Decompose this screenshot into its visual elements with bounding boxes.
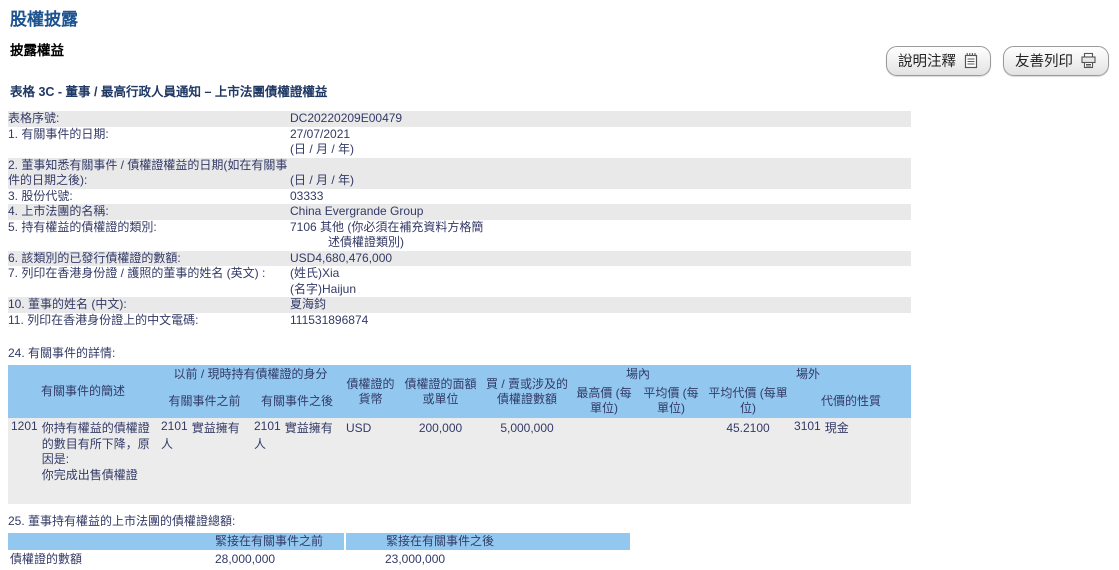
col-header-description: 有關事件的簡述 — [8, 365, 158, 418]
field-label: 4. 上市法團的名稱: — [8, 204, 109, 218]
cell-currency: USD — [343, 418, 399, 504]
event-code: 1201 — [11, 419, 38, 433]
field-value: (姓氏)Xia — [290, 266, 340, 280]
field-value: 7106 其他 (你必須在補充資料方格簡 — [290, 219, 484, 234]
field-label: 10. 董事的姓名 (中文): — [8, 297, 127, 311]
field-label: 6. 該類別的已發行債權證的數額: — [8, 250, 181, 265]
totals-section-title: 25. 董事持有權益的上市法團的債權證總額: — [8, 514, 236, 528]
field-row-corp-name: 4. 上市法團的名稱: China Evergrande Group — [8, 204, 911, 220]
totals-after-value: 23,000,000 — [385, 552, 446, 566]
field-label: 3. 股份代號: — [8, 188, 73, 203]
capacity-before-code: 2101 — [161, 419, 188, 433]
field-label: 7. 列印在香港身份證 / 護照的董事的姓名 (英文) : — [8, 266, 266, 280]
col-header-off-exchange: 場外 — [705, 365, 912, 384]
cell-capacity-before: 2101 實益擁有人 — [158, 418, 251, 504]
col-header-currency: 債權證的貨幣 — [343, 365, 399, 418]
field-label: 2. 董事知悉有關事件 / 債權證權益的日期(如在有關事件的日期之後): — [8, 157, 288, 188]
field-value: (日 / 月 / 年) — [290, 173, 354, 187]
col-header-nature: 代價的性質 — [791, 384, 912, 418]
cell-description: 1201 你持有權益的債權證的數目有所下降，原因是: 你完成出售債權證 — [8, 418, 158, 504]
totals-header-after: 緊接在有關事件之後 — [345, 533, 630, 550]
print-button[interactable]: 友善列印 — [1003, 46, 1109, 76]
field-value: (名字)Haijun — [290, 281, 357, 296]
page-title: 股權披露 — [10, 10, 78, 29]
field-label: 1. 有關事件的日期: — [8, 126, 109, 141]
col-header-amount: 買 / 賣或涉及的債權證數額 — [483, 365, 572, 418]
event-details-table: 有關事件的簡述 以前 / 現時持有債權證的身分 債權證的貨幣 債權證的面額或單位… — [8, 365, 912, 504]
field-row-issued-amount: 6. 該類別的已發行債權證的數額: USD4,680,476,000 — [8, 250, 911, 266]
cell-amount: 5,000,000 — [483, 418, 572, 504]
col-header-denomination: 債權證的面額或單位 — [398, 365, 484, 418]
field-value: 111531896874 — [290, 312, 369, 327]
field-value: 述債權證類別) — [328, 235, 404, 249]
field-row-name-chinese: 10. 董事的姓名 (中文): 夏海鈞 — [8, 297, 911, 313]
event-details-row: 1201 你持有權益的債權證的數目有所下降，原因是: 你完成出售債權證 2101… — [8, 418, 912, 504]
field-row-stock-code: 3. 股份代號: 03333 — [8, 189, 911, 205]
field-value: China Evergrande Group — [290, 204, 424, 218]
field-value: USD4,680,476,000 — [290, 250, 393, 265]
event-description-line: 你持有權益的債權證的數目有所下降，原因是: — [41, 421, 150, 466]
col-header-after: 有關事件之後 — [251, 384, 344, 418]
cell-denomination: 200,000 — [398, 418, 484, 504]
toolbar: 說明注釋 友善列印 — [886, 46, 1109, 76]
col-header-capacity-group: 以前 / 現時持有債權證的身分 — [158, 365, 344, 384]
print-button-label: 友善列印 — [1015, 54, 1073, 70]
notes-button[interactable]: 說明注釋 — [886, 46, 991, 76]
col-header-highest-price: 最高價 (每單位) — [571, 384, 638, 418]
totals-row-label: 債權證的數額 — [10, 552, 83, 566]
nature-code: 3101 — [794, 419, 821, 433]
disclosure-page: 股權披露 披露權益 說明注釋 友善列印 表格 3C - 董事 / 最高行政人員通… — [0, 0, 1119, 566]
col-header-avg-price: 平均價 (每單位) — [637, 384, 706, 418]
field-label: 5. 持有權益的債權證的類別: — [8, 219, 157, 234]
field-value: 03333 — [290, 188, 324, 203]
form-fields: 表格序號: DC20220209E00479 1. 有關事件的日期: 27/07… — [8, 111, 911, 328]
col-header-before: 有關事件之前 — [158, 384, 251, 418]
totals-table: 緊接在有關事件之前 緊接在有關事件之後 債權證的數額 28,000,000 23… — [8, 533, 630, 570]
totals-row: 債權證的數額 28,000,000 23,000,000 — [8, 550, 630, 570]
field-label: 11. 列印在香港身份證上的中文電碼: — [8, 312, 199, 327]
field-value: DC20220209E00479 — [290, 111, 403, 125]
cell-capacity-after: 2101 實益擁有人 — [251, 418, 344, 504]
capacity-after-code: 2101 — [254, 419, 281, 433]
cell-avg-consideration: 45.2100 — [705, 418, 792, 504]
col-header-avg-consideration: 平均代價 (每單位) — [705, 384, 792, 418]
notes-button-label: 說明注釋 — [898, 54, 956, 70]
details-section-title: 24. 有關事件的詳情: — [8, 346, 116, 360]
cell-nature: 3101 現金 — [791, 418, 912, 504]
field-row-serial: 表格序號: DC20220209E00479 — [8, 111, 911, 127]
col-header-on-exchange: 場內 — [571, 365, 706, 384]
field-value — [290, 158, 911, 174]
field-row-aware-date: 2. 董事知悉有關事件 / 債權證權益的日期(如在有關事件的日期之後): (日 … — [8, 157, 911, 189]
nature-label: 現金 — [824, 421, 849, 435]
field-value: 夏海鈞 — [290, 297, 327, 311]
field-row-name-english: 7. 列印在香港身份證 / 護照的董事的姓名 (英文) : (姓氏)Xia (名… — [8, 266, 911, 297]
cell-highest-price — [571, 418, 638, 504]
cell-avg-price — [637, 418, 706, 504]
field-label: 表格序號: — [8, 111, 60, 125]
field-value: 27/07/2021 — [290, 126, 351, 141]
printer-icon — [1080, 52, 1097, 69]
totals-header-before: 緊接在有關事件之前 — [213, 533, 346, 550]
field-row-event-date: 1. 有關事件的日期: 27/07/2021 (日 / 月 / 年) — [8, 127, 911, 158]
totals-before-value: 28,000,000 — [215, 552, 276, 566]
field-row-debenture-class: 5. 持有權益的債權證的類別: 7106 其他 (你必須在補充資料方格簡 述債權… — [8, 220, 911, 251]
field-row-ccc-code: 11. 列印在香港身份證上的中文電碼: 111531896874 — [8, 313, 911, 329]
field-value: (日 / 月 / 年) — [290, 142, 354, 156]
memo-icon — [963, 52, 979, 69]
event-description-line: 你完成出售債權證 — [41, 467, 138, 482]
form-title: 表格 3C - 董事 / 最高行政人員通知 – 上市法團債權證權益 — [10, 85, 328, 99]
totals-header-blank — [8, 533, 213, 550]
